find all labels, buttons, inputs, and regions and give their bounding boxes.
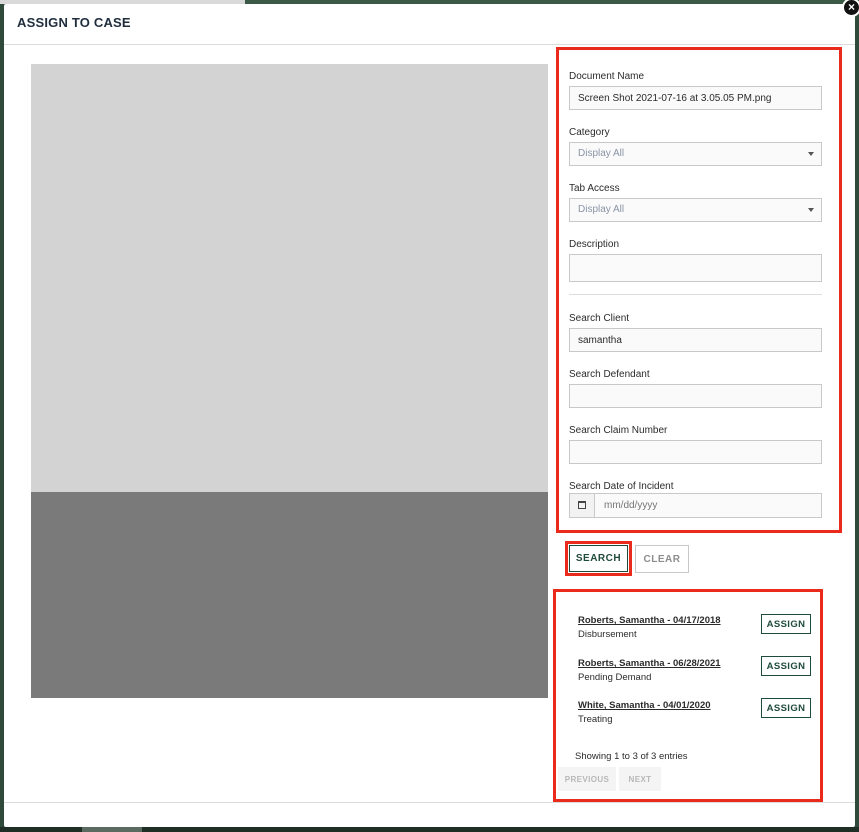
header-divider — [4, 44, 855, 45]
search-button-highlight: SEARCH — [565, 541, 632, 576]
form-divider — [569, 294, 822, 295]
modal-title: ASSIGN TO CASE — [17, 15, 131, 30]
result-case-status: Disbursement — [578, 629, 637, 640]
assign-button[interactable]: ASSIGN — [761, 656, 811, 676]
assign-button[interactable]: ASSIGN — [761, 698, 811, 718]
description-input[interactable] — [569, 254, 822, 282]
clear-button[interactable]: CLEAR — [635, 545, 689, 573]
result-case-status: Treating — [578, 714, 613, 725]
category-label: Category — [569, 127, 610, 138]
tab-access-label: Tab Access — [569, 183, 620, 194]
tab-access-select[interactable]: Display All — [569, 198, 822, 222]
search-date-input[interactable] — [596, 494, 821, 517]
document-preview-upper — [31, 64, 548, 492]
tab-access-selected-value: Display All — [578, 204, 625, 215]
chevron-down-icon — [808, 208, 814, 212]
search-client-input[interactable] — [569, 328, 822, 352]
calendar-icon — [578, 501, 586, 509]
search-claim-number-input[interactable] — [569, 440, 822, 464]
assign-to-case-modal: ASSIGN TO CASE Document Name Category Di… — [4, 4, 855, 827]
document-name-label: Document Name — [569, 71, 645, 82]
document-form: Document Name Category Display All Tab A… — [556, 47, 842, 533]
document-name-input[interactable] — [569, 86, 822, 110]
date-picker — [569, 493, 822, 518]
result-case-status: Pending Demand — [578, 672, 652, 683]
search-defendant-input[interactable] — [569, 384, 822, 408]
category-selected-value: Display All — [578, 148, 625, 159]
document-preview-lower — [31, 492, 548, 698]
search-button[interactable]: SEARCH — [569, 545, 628, 572]
search-client-label: Search Client — [569, 313, 630, 324]
description-label: Description — [569, 239, 620, 250]
entries-info: Showing 1 to 3 of 3 entries — [575, 751, 688, 762]
assign-button[interactable]: ASSIGN — [761, 614, 811, 634]
result-case-link[interactable]: White, Samantha - 04/01/2020 — [578, 700, 711, 711]
backdrop-bottom-tab — [82, 827, 142, 832]
close-icon[interactable]: × — [842, 0, 859, 17]
search-defendant-label: Search Defendant — [569, 369, 650, 380]
search-results: Roberts, Samantha - 04/17/2018 Disbursem… — [553, 589, 823, 802]
footer-divider — [4, 802, 855, 803]
search-date-label: Search Date of Incident — [569, 481, 674, 492]
next-page-button[interactable]: NEXT — [619, 767, 661, 791]
result-case-link[interactable]: Roberts, Samantha - 04/17/2018 — [578, 615, 721, 626]
chevron-down-icon — [808, 152, 814, 156]
previous-page-button[interactable]: PREVIOUS — [558, 767, 616, 791]
calendar-button[interactable] — [570, 494, 595, 517]
category-select[interactable]: Display All — [569, 142, 822, 166]
result-case-link[interactable]: Roberts, Samantha - 06/28/2021 — [578, 658, 721, 669]
search-claim-number-label: Search Claim Number — [569, 425, 668, 436]
